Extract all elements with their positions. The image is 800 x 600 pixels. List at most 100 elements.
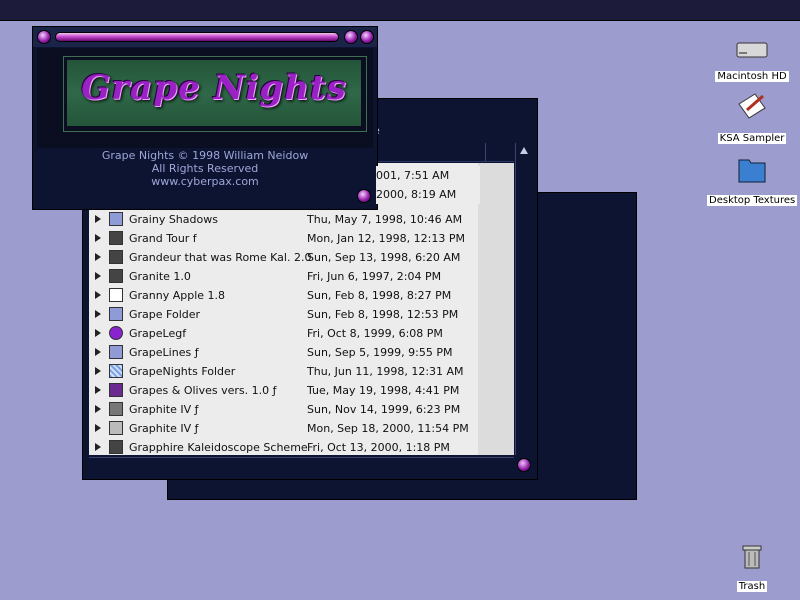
row-date-modified: Fri, Oct 8, 1999, 6:08 PM (307, 327, 443, 340)
disclosure-triangle-icon[interactable] (95, 386, 101, 394)
disclosure-triangle-icon[interactable] (95, 253, 101, 261)
row-name: Granite 1.0 (129, 270, 191, 283)
about-window[interactable]: Grape Nights Grape Nights © 1998 William… (32, 26, 378, 210)
row-date-modified: Mon, Jan 12, 1998, 12:13 PM (307, 232, 465, 245)
about-credits: Grape Nights © 1998 William Neidow All R… (33, 149, 377, 188)
resize-orb-icon[interactable] (517, 458, 531, 472)
desktop-icon-macintosh-hd[interactable]: Macintosh HD (707, 40, 797, 83)
graphite-light-icon (109, 421, 123, 435)
list-row[interactable]: Graphite IV ƒ Mon, Sep 18, 2000, 11:54 PM (89, 419, 514, 438)
about-titlebar[interactable] (33, 27, 377, 47)
website-line: www.cyberpax.com (151, 175, 259, 188)
list-row[interactable]: Grand Tour f Mon, Jan 12, 1998, 12:13 PM (89, 229, 514, 248)
folder-icon (109, 212, 123, 226)
list-row[interactable]: Granny Apple 1.8 Sun, Feb 8, 1998, 8:27 P… (89, 286, 514, 305)
row-date-modified: Sun, Feb 8, 1998, 12:53 PM (307, 308, 459, 321)
list-row[interactable]: GrapeNights Folder Thu, Jun 11, 1998, 12:… (89, 362, 514, 381)
theme-icon (109, 231, 123, 245)
disclosure-triangle-icon[interactable] (95, 443, 101, 451)
theme-icon (109, 250, 123, 264)
grapes-icon (109, 383, 123, 397)
row-date-modified: Sun, Sep 13, 1998, 6:20 AM (307, 251, 461, 264)
desktop-icon-label: Trash (736, 581, 768, 592)
row-date-modified: Sun, Nov 14, 1999, 6:23 PM (307, 403, 461, 416)
horizontal-scrollbar[interactable] (89, 457, 514, 472)
menu-bar[interactable] (0, 0, 800, 21)
list-row[interactable]: Grape Folder Sun, Feb 8, 1998, 12:53 PM (89, 305, 514, 324)
desktop-icon-label: Macintosh HD (715, 71, 789, 82)
desktop-icon-ksa-sampler[interactable]: KSA Sampler (707, 90, 797, 145)
disclosure-triangle-icon[interactable] (95, 424, 101, 432)
folder-icon (738, 159, 766, 183)
logo-text: Grape Nights (81, 68, 347, 108)
row-name: GrapeNights Folder (129, 365, 236, 378)
desktop-icon-label: KSA Sampler (717, 133, 787, 144)
row-name: GrapeLegf (129, 327, 187, 340)
row-name: Grapes & Olives vers. 1.0 ƒ (129, 384, 277, 397)
folder-icon (109, 307, 123, 321)
list-row[interactable]: Grapphire Kaleidoscope Scheme Fri, Oct 13… (89, 438, 514, 455)
list-row[interactable]: GrapeLegf Fri, Oct 8, 1999, 6:08 PM (89, 324, 514, 343)
column-separator (485, 143, 486, 161)
row-date-modified: Fri, Oct 13, 2000, 1:18 PM (307, 441, 450, 454)
row-date-modified: Sun, Feb 8, 1998, 8:27 PM (307, 289, 452, 302)
desktop-icon-desktop-textures[interactable]: Desktop Textures (707, 154, 798, 207)
disclosure-triangle-icon[interactable] (95, 405, 101, 413)
theme-icon (109, 269, 123, 283)
purple-ball-icon (109, 326, 123, 340)
row-name: Graphite IV ƒ (129, 403, 199, 416)
hard-drive-icon (736, 42, 768, 58)
logo-panel: Grape Nights (67, 60, 361, 126)
row-date-modified: Thu, Jun 11, 1998, 12:31 AM (307, 365, 464, 378)
row-name: Grape Folder (129, 308, 201, 321)
document-pen-icon (738, 93, 766, 119)
scroll-up-arrow-icon[interactable] (520, 147, 528, 154)
trash-icon (742, 545, 762, 569)
vertical-scrollbar[interactable] (515, 143, 532, 455)
zoom-orb-icon[interactable] (344, 30, 358, 44)
title-bar-slider[interactable] (55, 32, 339, 42)
disclosure-triangle-icon[interactable] (95, 272, 101, 280)
row-name: Grainy Shadows (129, 213, 218, 226)
disclosure-triangle-icon[interactable] (95, 215, 101, 223)
row-name: Grapphire Kaleidoscope Scheme (129, 441, 308, 454)
row-name: Grandeur that was Rome Kal. 2.0 (129, 251, 312, 264)
about-grow-orb-icon[interactable] (357, 189, 371, 203)
list-row[interactable]: Grandeur that was Rome Kal. 2.0 Sun, Sep … (89, 248, 514, 267)
disclosure-triangle-icon[interactable] (95, 291, 101, 299)
list-row[interactable]: Grapes & Olives vers. 1.0 ƒ Tue, May 19, … (89, 381, 514, 400)
copyright-line: Grape Nights © 1998 William Neidow (101, 149, 309, 162)
close-orb-icon[interactable] (37, 30, 51, 44)
row-date-modified: Mon, Sep 18, 2000, 11:54 PM (307, 422, 469, 435)
graphite-icon (109, 402, 123, 416)
disclosure-triangle-icon[interactable] (95, 329, 101, 337)
row-name: Grand Tour f (129, 232, 197, 245)
row-date-modified: Fri, Jun 6, 1997, 2:04 PM (307, 270, 442, 283)
collapse-orb-icon[interactable] (360, 30, 374, 44)
partial-row: 2000, 8:19 AM (376, 185, 480, 204)
row-date-modified: Tue, May 19, 1998, 4:41 PM (307, 384, 460, 397)
list-row[interactable]: Graphite IV ƒ Sun, Nov 14, 1999, 6:23 PM (89, 400, 514, 419)
row-name: Granny Apple 1.8 (129, 289, 226, 302)
desktop-icon-trash[interactable]: Trash (707, 540, 797, 593)
disclosure-triangle-icon[interactable] (95, 348, 101, 356)
disclosure-triangle-icon[interactable] (95, 234, 101, 242)
row-name: Graphite IV ƒ (129, 422, 199, 435)
row-name: GrapeLines ƒ (129, 346, 199, 359)
folder-icon (109, 345, 123, 359)
list-row[interactable]: Granite 1.0 Fri, Jun 6, 1997, 2:04 PM (89, 267, 514, 286)
rights-line: All Rights Reserved (151, 162, 259, 175)
theme-icon (109, 440, 123, 454)
grid-icon (109, 364, 123, 378)
logo-area: Grape Nights (37, 48, 373, 148)
disclosure-triangle-icon[interactable] (95, 310, 101, 318)
partial-row-date: 001, 7:51 AM (376, 169, 450, 182)
row-date-modified: Sun, Sep 5, 1999, 9:55 PM (307, 346, 453, 359)
disclosure-triangle-icon[interactable] (95, 367, 101, 375)
row-date-modified: Thu, May 7, 1998, 10:46 AM (307, 213, 463, 226)
partial-row-date: 2000, 8:19 AM (376, 188, 457, 201)
document-icon (109, 288, 123, 302)
list-row[interactable]: Grainy Shadows Thu, May 7, 1998, 10:46 AM (89, 210, 514, 229)
list-row[interactable]: GrapeLines ƒ Sun, Sep 5, 1999, 9:55 PM (89, 343, 514, 362)
desktop-icon-label: Desktop Textures (707, 195, 798, 206)
